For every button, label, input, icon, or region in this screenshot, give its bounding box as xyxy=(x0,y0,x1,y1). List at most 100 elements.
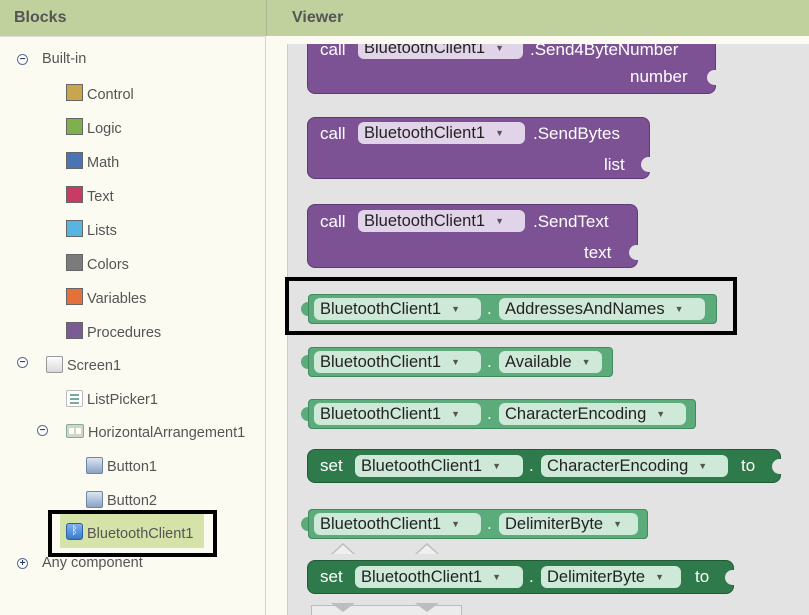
output-plug xyxy=(301,355,308,369)
expand-any-component-toggle[interactable]: + xyxy=(17,558,28,569)
call-keyword: call xyxy=(320,212,346,231)
block-set-characterencoding[interactable]: set BluetoothClient1 ▼ . CharacterEncodin… xyxy=(307,449,782,483)
dropdown-arrow-icon: ▼ xyxy=(495,43,505,53)
property-name: CharacterEncoding xyxy=(547,457,689,475)
annotation-highlight-box xyxy=(285,277,737,335)
tree-item-logic[interactable]: Logic xyxy=(66,117,122,140)
to-keyword: to xyxy=(741,456,756,475)
input-socket xyxy=(641,157,651,172)
tree-item-label: Screen1 xyxy=(67,358,122,374)
component-dropdown[interactable]: BluetoothClient1 ▼ xyxy=(358,210,525,232)
tree-item-label: Button2 xyxy=(107,493,157,509)
blocks-panel: Blocks − Built-in Control Logic Math Tex… xyxy=(0,0,266,615)
method-name: .SendText xyxy=(533,212,609,231)
component-dropdown[interactable]: BluetoothClient1 ▼ xyxy=(314,513,481,535)
component-dropdown[interactable]: BluetoothClient1 ▼ xyxy=(355,455,523,477)
set-keyword: set xyxy=(320,456,343,475)
component-dropdown[interactable]: BluetoothClient1 ▼ xyxy=(358,122,525,144)
dropdown-arrow-icon: ▼ xyxy=(495,128,505,138)
dot-separator: . xyxy=(487,514,492,533)
component-name: BluetoothClient1 xyxy=(320,353,442,371)
component-name: BluetoothClient1 xyxy=(364,124,486,142)
variables-swatch-icon xyxy=(66,287,83,305)
component-dropdown[interactable]: BluetoothClient1 ▼ xyxy=(314,351,481,373)
collapse-screen1-toggle[interactable]: − xyxy=(17,357,28,368)
tree-item-listpicker1[interactable]: ListPicker1 xyxy=(66,389,158,411)
collapse-harr-toggle[interactable]: − xyxy=(37,425,48,436)
dropdown-arrow-icon: ▼ xyxy=(581,357,591,367)
tree-item-button1[interactable]: Button1 xyxy=(86,456,157,478)
to-keyword: to xyxy=(695,567,710,586)
block-get-delimiterbyte[interactable]: BluetoothClient1 ▼ . DelimiterByte ▼ xyxy=(308,509,648,539)
tree-item-text[interactable]: Text xyxy=(66,185,114,208)
annotation-highlight-box xyxy=(48,510,217,557)
tree-item-label: Procedures xyxy=(87,325,162,341)
param-name: number xyxy=(630,67,688,86)
dropdown-arrow-icon: ▼ xyxy=(492,461,502,471)
input-socket xyxy=(707,70,717,85)
component-name: BluetoothClient1 xyxy=(320,515,442,533)
component-name: BluetoothClient1 xyxy=(320,405,442,423)
dropdown-arrow-icon: ▼ xyxy=(656,409,666,419)
tree-item-any-component[interactable]: Any component xyxy=(42,552,143,574)
horizontal-arrangement-icon xyxy=(66,424,84,438)
blocks-panel-title: Blocks xyxy=(0,0,266,36)
property-dropdown[interactable]: Available ▼ xyxy=(499,351,602,373)
collapse-builtin-toggle[interactable]: − xyxy=(17,54,28,65)
tree-item-control[interactable]: Control xyxy=(66,83,134,106)
property-name: DelimiterByte xyxy=(505,515,604,533)
math-swatch-icon xyxy=(66,151,83,169)
dropdown-arrow-icon: ▼ xyxy=(495,216,505,226)
property-dropdown[interactable]: CharacterEncoding ▼ xyxy=(541,455,728,477)
control-swatch-icon xyxy=(66,83,83,101)
dropdown-arrow-icon: ▼ xyxy=(492,572,502,582)
block-call-sendtext[interactable]: call BluetoothClient1 ▼ .SendText text xyxy=(307,204,639,268)
screen-icon xyxy=(46,355,63,373)
tree-item-variables[interactable]: Variables xyxy=(66,287,147,310)
tree-item-button2[interactable]: Button2 xyxy=(86,490,157,512)
dropdown-arrow-icon: ▼ xyxy=(613,519,623,529)
property-dropdown[interactable]: DelimiterByte ▼ xyxy=(499,513,638,535)
property-name: CharacterEncoding xyxy=(505,405,647,423)
block-get-characterencoding[interactable]: BluetoothClient1 ▼ . CharacterEncoding ▼ xyxy=(308,399,696,429)
block-set-delimiterbyte[interactable]: set BluetoothClient1 ▼ . DelimiterByte ▼ t… xyxy=(307,560,735,594)
scroll-down-arrow-icon xyxy=(415,603,439,612)
listpicker-icon xyxy=(66,389,83,407)
tree-item-horizontalarrangement1[interactable]: HorizontalArrangement1 xyxy=(66,422,245,444)
component-dropdown[interactable]: BluetoothClient1 ▼ xyxy=(355,566,523,588)
button-icon xyxy=(86,456,103,474)
component-dropdown[interactable]: BluetoothClient1 ▼ xyxy=(314,403,481,425)
text-swatch-icon xyxy=(66,185,83,203)
tree-item-label: Button1 xyxy=(107,459,157,475)
property-name: Available xyxy=(505,353,572,371)
input-socket xyxy=(629,245,639,260)
set-keyword: set xyxy=(320,567,343,586)
property-dropdown[interactable]: DelimiterByte ▼ xyxy=(541,566,681,588)
logic-swatch-icon xyxy=(66,117,83,135)
component-name: BluetoothClient1 xyxy=(361,568,483,586)
dropdown-arrow-icon: ▼ xyxy=(451,357,461,367)
scroll-down-arrow-icon xyxy=(331,603,355,612)
property-dropdown[interactable]: CharacterEncoding ▼ xyxy=(499,403,686,425)
input-socket xyxy=(772,459,782,474)
viewer-panel-title-overlay: Viewer xyxy=(267,0,809,36)
colors-swatch-icon xyxy=(66,253,83,271)
tree-item-builtin[interactable]: Built-in xyxy=(42,48,86,70)
tree-item-label: Variables xyxy=(87,291,147,307)
tree-item-label: Math xyxy=(87,155,120,171)
block-get-available[interactable]: BluetoothClient1 ▼ . Available ▼ xyxy=(308,347,613,377)
tree-item-label: Colors xyxy=(87,257,129,273)
input-socket xyxy=(725,570,735,585)
tree-item-procedures[interactable]: Procedures xyxy=(66,321,162,344)
tree-item-math[interactable]: Math xyxy=(66,151,120,174)
param-name: list xyxy=(604,155,625,174)
tree-item-label: Control xyxy=(87,87,134,103)
tree-item-screen1[interactable]: Screen1 xyxy=(46,355,121,377)
tree-item-lists[interactable]: Lists xyxy=(66,219,117,242)
app-inventor-blocks-editor: Blocks − Built-in Control Logic Math Tex… xyxy=(0,0,809,615)
block-call-sendbytes[interactable]: call BluetoothClient1 ▼ .SendBytes list xyxy=(307,117,651,179)
call-keyword: call xyxy=(320,124,346,143)
param-name: text xyxy=(584,243,612,262)
method-name: .SendBytes xyxy=(533,124,620,143)
tree-item-colors[interactable]: Colors xyxy=(66,253,129,276)
